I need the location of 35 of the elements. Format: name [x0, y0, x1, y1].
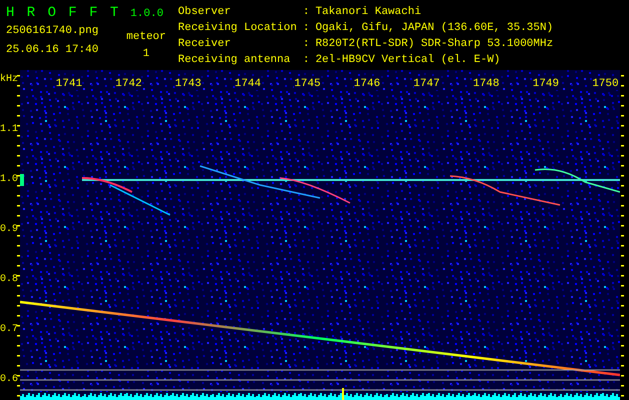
- info-label: Observer: [178, 6, 232, 20]
- info-separator: :: [302, 54, 310, 68]
- time-label: 1742: [115, 78, 142, 90]
- info-label: Receiving antenna: [178, 54, 292, 68]
- frequency-label: 0.8: [0, 274, 18, 286]
- axis-unit: kHz: [0, 74, 18, 86]
- frequency-label: 1.1: [0, 124, 18, 136]
- time-label: 1744: [234, 78, 261, 90]
- time-label: 1747: [413, 78, 440, 90]
- info-separator: :: [302, 6, 310, 20]
- time-label: 1748: [472, 78, 500, 90]
- time-label: 1746: [354, 78, 380, 90]
- file-name: 2506161740.png: [6, 24, 98, 38]
- capture-datetime: 25.06.16 17:40: [6, 44, 98, 56]
- time-label: 1749: [532, 78, 559, 90]
- time-label: 1745: [294, 78, 321, 90]
- event-count: 1: [142, 48, 150, 60]
- info-value: Takanori Kawachi: [315, 6, 422, 20]
- info-label: Receiver: [178, 38, 232, 52]
- app-title: H R O F F T: [6, 4, 120, 22]
- info-value: R820T2(RTL-SDR) SDR-Sharp 53.1000MHz: [315, 38, 554, 52]
- info-label: Receiving Location: [178, 22, 297, 36]
- frequency-label: 0.9: [0, 224, 18, 236]
- info-separator: :: [302, 22, 310, 36]
- frequency-label: 0.6: [0, 374, 18, 386]
- frequency-label: 1.0: [0, 174, 18, 186]
- time-label: 1741: [56, 78, 82, 90]
- frequency-label: 0.7: [0, 324, 18, 336]
- info-value: 2el-HB9CV Vertical (el. E-W): [315, 54, 502, 68]
- event-label: meteor: [126, 30, 166, 44]
- info-value: Ogaki, Gifu, JAPAN (136.60E, 35.35N): [315, 22, 554, 36]
- time-label: 1750: [592, 78, 619, 90]
- info-separator: :: [302, 38, 310, 52]
- app-version: 1.0.0: [130, 7, 164, 22]
- time-label: 1743: [174, 78, 202, 90]
